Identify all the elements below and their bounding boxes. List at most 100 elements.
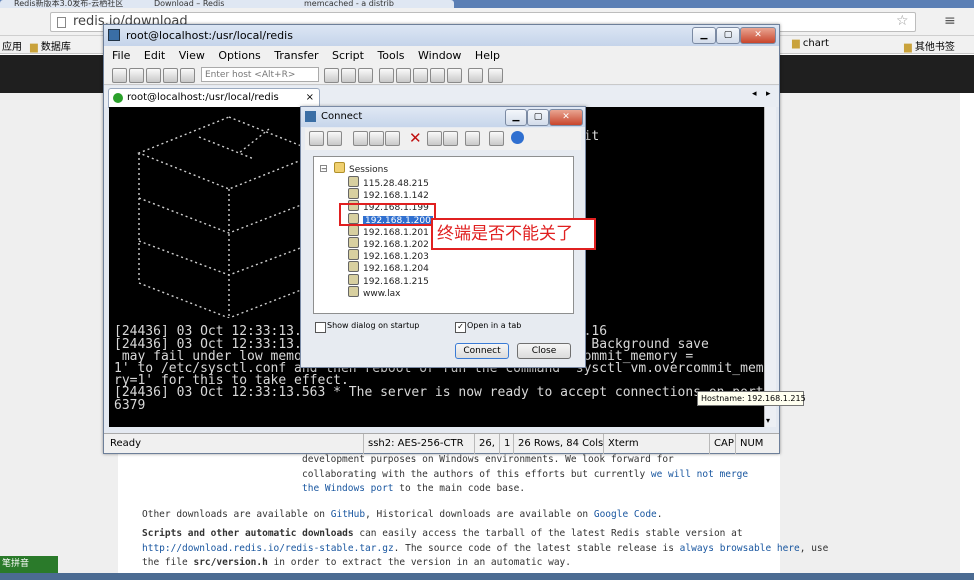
maximize-button[interactable]: ▢: [716, 27, 740, 44]
menu-file[interactable]: File: [112, 49, 130, 62]
tab-scroll-right-icon[interactable]: ▸: [766, 89, 771, 99]
text-link[interactable]: GitHub: [331, 509, 365, 520]
session-tab[interactable]: root@localhost:/usr/local/redis ×: [108, 88, 320, 108]
map-keys-icon[interactable]: [488, 68, 503, 83]
dlg-help-icon[interactable]: [511, 131, 524, 144]
crt-tab-bar: root@localhost:/usr/local/redis × ◂ ▸: [104, 86, 779, 108]
connect-icon[interactable]: [112, 68, 127, 83]
dialog-close-button[interactable]: ✕: [549, 109, 583, 126]
text-link[interactable]: Google Code: [594, 509, 657, 520]
dlg-delete-icon[interactable]: ✕: [409, 129, 422, 147]
status-num: NUM: [735, 434, 770, 454]
connect-tab-icon[interactable]: [146, 68, 161, 83]
dlg-find-icon[interactable]: [443, 131, 458, 146]
text-run: , Historical downloads are available on: [365, 509, 594, 520]
session-item[interactable]: 192.168.1.203: [348, 249, 429, 262]
session-icon: [348, 273, 359, 285]
dlg-connect-icon[interactable]: [309, 131, 324, 146]
browser-tab-1[interactable]: Redis新版本3.0发布-云栖社区: [0, 0, 154, 8]
dlg-folder-icon[interactable]: [465, 131, 480, 146]
session-item[interactable]: www.lax: [348, 285, 400, 299]
paragraph-line: the file src/version.h in order to extra…: [142, 556, 828, 571]
session-item[interactable]: 192.168.1.215: [348, 273, 429, 287]
dialog-maximize-button[interactable]: ▢: [527, 109, 549, 126]
dlg-properties-icon[interactable]: [427, 131, 442, 146]
copy-icon[interactable]: [324, 68, 339, 83]
disconnect-icon[interactable]: [180, 68, 195, 83]
print-setup-icon[interactable]: [396, 68, 411, 83]
paragraph-line: the Windows port to the main code base.: [302, 482, 748, 497]
reconnect-icon[interactable]: [163, 68, 178, 83]
find-icon[interactable]: [358, 68, 373, 83]
dlg-cut-icon[interactable]: [353, 131, 368, 146]
text-link[interactable]: we will not merge: [651, 469, 748, 480]
close-button[interactable]: ✕: [740, 27, 776, 44]
dlg-desktop-icon[interactable]: [489, 131, 504, 146]
help-icon[interactable]: [468, 68, 483, 83]
menu-view[interactable]: View: [179, 49, 205, 62]
show-on-startup-checkbox[interactable]: [315, 322, 326, 333]
print-icon[interactable]: [379, 68, 394, 83]
key-icon[interactable]: [447, 68, 462, 83]
minimize-button[interactable]: ▁: [692, 27, 716, 44]
hostname-tooltip: Hostname: 192.168.1.215: [697, 391, 806, 406]
paragraph-line: http://download.redis.io/redis-stable.ta…: [142, 542, 828, 557]
close-dialog-button[interactable]: Close: [517, 343, 571, 359]
settings-icon[interactable]: [413, 68, 428, 83]
scroll-down-icon[interactable]: ▾: [766, 416, 770, 425]
tab-close-icon[interactable]: ×: [306, 89, 314, 107]
text-run: in order to extract the version in an au…: [267, 557, 571, 568]
connect-dialog-icon: [305, 111, 316, 122]
dlg-new-session-icon[interactable]: [327, 131, 342, 146]
dlg-copy-icon[interactable]: [369, 131, 384, 146]
dlg-paste-icon[interactable]: [385, 131, 400, 146]
session-item[interactable]: 192.168.1.202: [348, 237, 429, 250]
session-item[interactable]: 192.168.1.201: [348, 224, 429, 238]
dialog-minimize-button[interactable]: ▁: [505, 109, 527, 126]
browser-tab-2[interactable]: Download – Redis: [140, 0, 304, 8]
star-icon[interactable]: ☆: [896, 13, 909, 29]
menu-help[interactable]: Help: [475, 49, 500, 62]
bookmark-apps[interactable]: 应用: [2, 38, 22, 53]
connect-button[interactable]: Connect: [455, 343, 509, 359]
menu-transfer[interactable]: Transfer: [274, 49, 318, 62]
connect-dialog-title: Connect: [321, 111, 363, 122]
collapse-icon[interactable]: −: [320, 165, 327, 173]
menu-tools[interactable]: Tools: [377, 49, 404, 62]
menu-options[interactable]: Options: [218, 49, 260, 62]
terminal-scrollbar[interactable]: ▾: [764, 107, 776, 427]
host-input[interactable]: Enter host <Alt+R>: [201, 67, 319, 82]
sessions-folder[interactable]: Sessions: [334, 162, 388, 175]
crt-status-bar: Ready ssh2: AES-256-CTR 26, 1 26 Rows, 8…: [104, 433, 779, 454]
open-in-tab-checkbox[interactable]: ✓: [455, 322, 466, 333]
menu-icon[interactable]: ≡: [944, 13, 956, 29]
quick-connect-icon[interactable]: [129, 68, 144, 83]
bookmark-chart[interactable]: ▆ chart: [792, 38, 829, 49]
folder-icon: ▆: [792, 38, 800, 49]
session-icon: [348, 261, 359, 273]
session-item[interactable]: 115.28.48.215: [348, 176, 429, 189]
global-options-icon[interactable]: [430, 68, 445, 83]
crt-toolbar: Enter host <Alt+R>: [104, 65, 779, 85]
bookmark-other[interactable]: ▆ 其他书签: [904, 38, 955, 53]
folder-icon: ▆: [904, 42, 912, 53]
text-link[interactable]: the Windows port: [302, 483, 394, 494]
menu-edit[interactable]: Edit: [144, 49, 165, 62]
crt-title-bar: root@localhost:/usr/local/redis ▁ ▢ ✕: [104, 25, 779, 46]
tab-scroll-left-icon[interactable]: ◂: [752, 89, 757, 99]
paragraph-line: collaborating with the authors of this e…: [302, 468, 748, 483]
browser-tab-3[interactable]: memcached - a distrib: [290, 0, 454, 8]
status-cipher: ssh2: AES-256-CTR: [363, 434, 478, 454]
connect-dialog-toolbar: ✕: [305, 128, 581, 150]
text-run: the file: [142, 557, 194, 568]
ime-indicator[interactable]: 笔拼音: [0, 556, 58, 573]
bookmark-database[interactable]: ▆ 数据库: [30, 38, 71, 53]
session-item[interactable]: 192.168.1.142: [348, 188, 429, 201]
menu-script[interactable]: Script: [332, 49, 364, 62]
app-icon: [108, 29, 120, 41]
text-link[interactable]: http://download.redis.io/redis-stable.ta…: [142, 543, 394, 554]
text-link[interactable]: always browsable here: [680, 543, 800, 554]
paste-icon[interactable]: [341, 68, 356, 83]
session-item[interactable]: 192.168.1.204: [348, 261, 429, 274]
menu-window[interactable]: Window: [418, 49, 461, 62]
